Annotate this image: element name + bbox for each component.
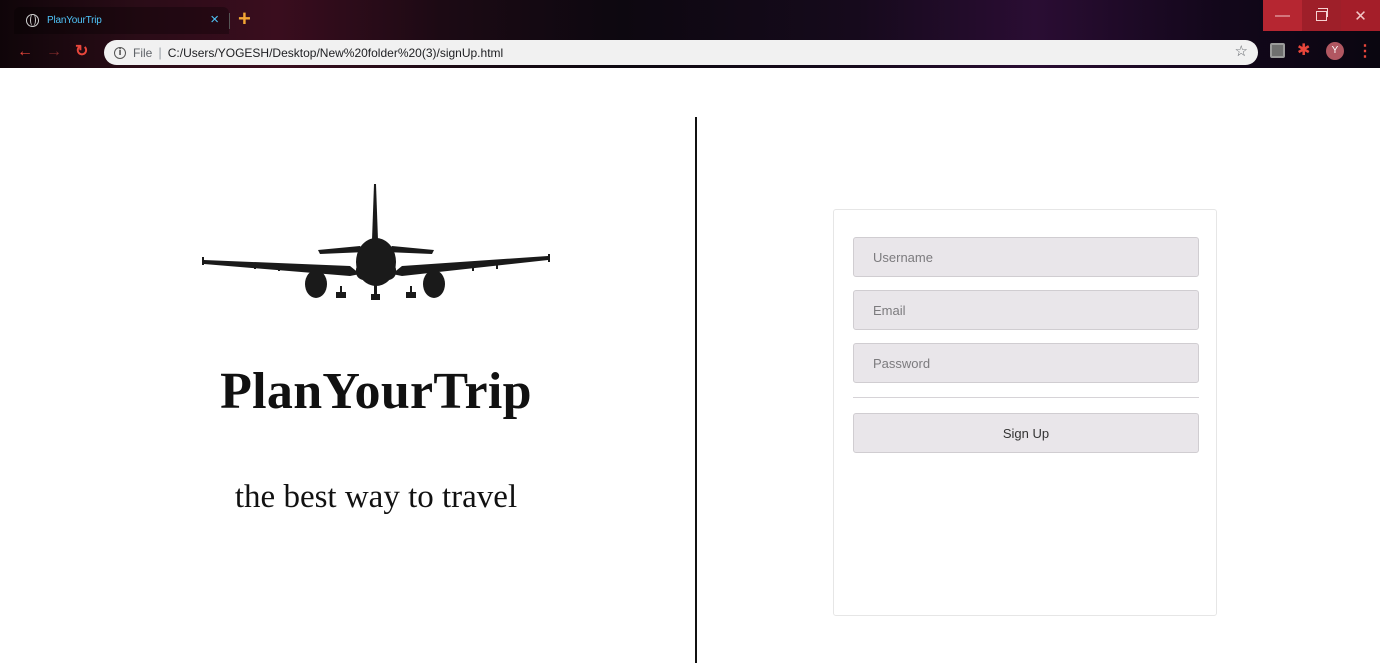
email-input[interactable] [853, 290, 1199, 330]
airplane-icon [202, 184, 550, 300]
browser-tab[interactable]: PlanYourTrip × [14, 7, 229, 34]
window-close-icon[interactable]: ✕ [1341, 0, 1380, 31]
tab-title: PlanYourTrip [47, 15, 102, 26]
star-icon[interactable]: ☆ [1235, 43, 1248, 61]
form-divider [853, 397, 1199, 398]
minimize-icon[interactable]: — [1263, 0, 1302, 31]
username-input[interactable] [853, 237, 1199, 277]
kebab-menu-icon[interactable]: ⋮ [1357, 42, 1373, 62]
maximize-icon[interactable] [1302, 0, 1341, 31]
close-icon[interactable]: × [210, 11, 219, 29]
password-input[interactable] [853, 343, 1199, 383]
brand-tagline: the best way to travel [234, 479, 518, 515]
vertical-divider [695, 117, 697, 663]
url-separator: | [158, 45, 162, 60]
tab-divider [229, 13, 230, 29]
reload-icon[interactable]: ↻ [75, 42, 88, 62]
brand-title: PlanYourTrip [220, 363, 532, 420]
navigation-bar: ← → ↻ i File | C:/Users/YOGESH/Desktop/N… [0, 38, 1380, 68]
browser-chrome: PlanYourTrip × + — ✕ ← → ↻ i File | C:/U… [0, 0, 1380, 68]
plus-icon[interactable]: + [238, 6, 251, 32]
url-text[interactable]: C:/Users/YOGESH/Desktop/New%20folder%20(… [168, 46, 503, 60]
info-icon[interactable]: i [114, 46, 126, 59]
puzzle-icon[interactable]: ✱ [1297, 41, 1310, 61]
avatar[interactable]: Y [1326, 42, 1344, 60]
signup-card: Sign Up [833, 209, 1217, 616]
address-bar[interactable]: i File | C:/Users/YOGESH/Desktop/New%20f… [104, 40, 1258, 65]
globe-icon [26, 14, 39, 27]
url-scheme-label: File [133, 45, 153, 60]
signup-button[interactable]: Sign Up [853, 413, 1199, 453]
extension-icon[interactable] [1270, 43, 1285, 58]
window-controls: — ✕ [1263, 0, 1380, 31]
forward-arrow-icon[interactable]: → [46, 42, 62, 62]
back-arrow-icon[interactable]: ← [17, 42, 33, 62]
